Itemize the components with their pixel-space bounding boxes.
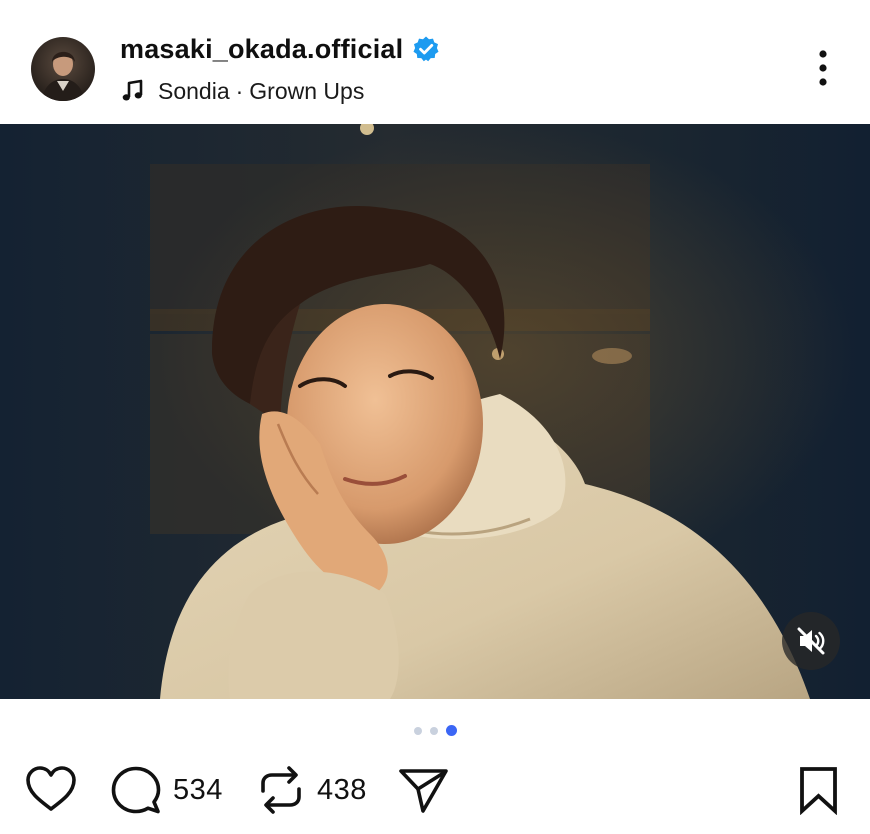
mute-toggle-button[interactable] xyxy=(782,612,840,670)
carousel-indicator xyxy=(411,725,461,737)
music-artist: Sondia xyxy=(158,77,230,104)
music-attribution[interactable]: Sondia · Grown Ups xyxy=(120,74,364,108)
music-note-icon xyxy=(120,78,146,104)
reposts-count: 438 xyxy=(317,773,367,806)
carousel-dot-1[interactable] xyxy=(414,727,422,735)
like-button[interactable] xyxy=(25,765,77,815)
music-track: Grown Ups xyxy=(249,77,365,104)
bookmark-icon xyxy=(800,767,837,815)
verified-badge-icon xyxy=(412,35,440,63)
username[interactable]: masaki_okada.official xyxy=(120,34,403,65)
more-vertical-icon[interactable] xyxy=(806,48,840,90)
send-icon xyxy=(399,769,448,813)
post-media[interactable] xyxy=(0,124,870,699)
comment-button[interactable]: 534 xyxy=(111,765,223,815)
post-header: masaki_okada.official Sondia · Grown Ups xyxy=(0,0,870,124)
avatar[interactable] xyxy=(31,37,95,101)
username-row: masaki_okada.official xyxy=(120,30,440,68)
comments-count: 534 xyxy=(173,773,223,806)
repost-icon xyxy=(261,766,301,814)
action-bar: 534 438 xyxy=(0,752,870,828)
carousel-dot-2[interactable] xyxy=(430,727,438,735)
comment-icon xyxy=(111,766,161,814)
avatar-image xyxy=(31,37,95,101)
share-button[interactable] xyxy=(398,765,450,815)
post-photo xyxy=(0,124,870,699)
speaker-muted-icon xyxy=(797,627,825,655)
save-button[interactable] xyxy=(797,765,841,815)
heart-icon xyxy=(26,766,76,811)
repost-button[interactable]: 438 xyxy=(257,765,367,815)
music-separator: · xyxy=(235,77,244,104)
carousel-dot-3-active[interactable] xyxy=(446,725,457,736)
